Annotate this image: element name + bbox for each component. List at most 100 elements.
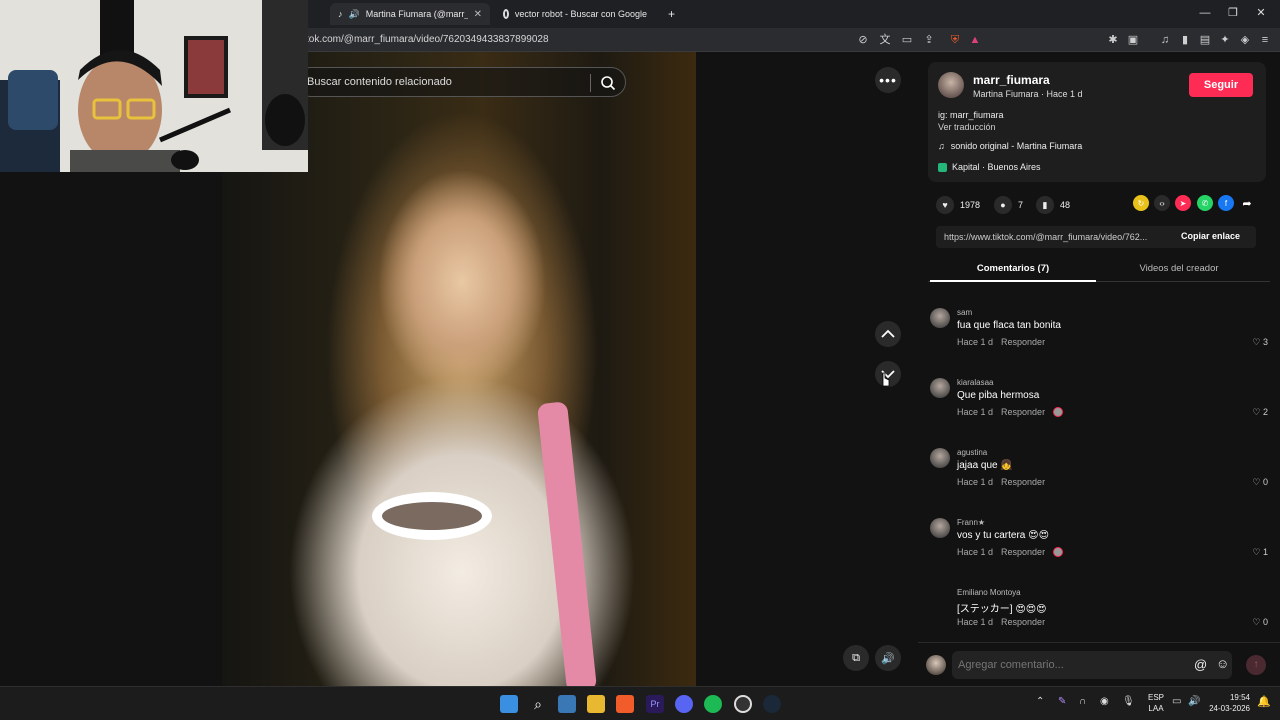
network-icon[interactable]: ▭ bbox=[1172, 696, 1181, 707]
headset-icon[interactable]: ∩ bbox=[1079, 696, 1086, 707]
tab-comments[interactable]: Comentarios (7) bbox=[930, 263, 1096, 274]
search-icon[interactable]: ⌕ bbox=[529, 695, 547, 713]
extensions-icon[interactable]: ✱ bbox=[1106, 33, 1120, 47]
file-explorer-icon[interactable] bbox=[587, 695, 605, 713]
speaker-icon: 🔊 bbox=[881, 652, 895, 665]
search-input[interactable]: Buscar contenido relacionado bbox=[307, 76, 452, 88]
tray-chevron-icon[interactable]: ⌃ bbox=[1036, 696, 1044, 707]
comment-icon: ● bbox=[994, 196, 1012, 214]
send-to-friend-icon[interactable]: ➤ bbox=[1175, 195, 1191, 211]
comment-like[interactable]: ♡ 3 bbox=[1252, 337, 1268, 348]
notifications-icon[interactable]: 🔔 bbox=[1257, 695, 1271, 708]
copy-link-button[interactable]: Copiar enlace bbox=[1181, 231, 1240, 241]
widgets-icon[interactable] bbox=[558, 695, 576, 713]
previous-video-button[interactable] bbox=[875, 321, 901, 347]
reply-button[interactable]: Responder bbox=[1001, 547, 1045, 557]
wallet-icon[interactable]: ▤ bbox=[1198, 33, 1212, 47]
mouse-cursor-icon bbox=[881, 372, 891, 388]
comment-input[interactable] bbox=[952, 651, 1232, 679]
discord-icon[interactable] bbox=[675, 695, 693, 713]
like-stat[interactable]: ♥ 1978 bbox=[936, 196, 980, 214]
creator-avatar[interactable] bbox=[938, 72, 964, 98]
comment-item: agustina jajaa que 👧 Hace 1 d Responder … bbox=[928, 446, 1268, 502]
steam-icon[interactable] bbox=[763, 695, 781, 713]
vpn-icon[interactable]: ◈ bbox=[1238, 33, 1252, 47]
reply-button[interactable]: Responder bbox=[1001, 337, 1045, 347]
share-page-icon[interactable]: ⇪ bbox=[922, 33, 936, 47]
commenter-avatar[interactable] bbox=[930, 518, 950, 538]
comment-like[interactable]: ♡ 0 bbox=[1252, 477, 1268, 488]
comment-stat[interactable]: ● 7 bbox=[994, 196, 1023, 214]
commenter-avatar[interactable] bbox=[930, 308, 950, 328]
commenter-name[interactable]: agustina bbox=[957, 448, 987, 457]
embed-icon[interactable]: ‹› bbox=[1154, 195, 1170, 211]
commenter-name[interactable]: Frann★ bbox=[957, 518, 985, 527]
commenter-avatar[interactable] bbox=[930, 378, 950, 398]
close-window-icon[interactable]: ✕ bbox=[1254, 6, 1268, 20]
reply-button[interactable]: Responder bbox=[1001, 407, 1045, 417]
webcam-feed bbox=[0, 0, 308, 172]
related-search-box[interactable]: Buscar contenido relacionado bbox=[296, 67, 626, 97]
brave-shield-icon[interactable]: ⛨ bbox=[948, 33, 962, 47]
tray-steam-icon[interactable]: ◉ bbox=[1100, 696, 1109, 707]
comment-like[interactable]: ♡ 1 bbox=[1252, 547, 1268, 558]
menu-icon[interactable]: ≡ bbox=[1258, 33, 1272, 47]
translate-icon[interactable]: 文 bbox=[878, 33, 892, 47]
tab-creator-videos[interactable]: Videos del creador bbox=[1096, 263, 1262, 274]
volume-tray-icon[interactable]: 🔊 bbox=[1188, 696, 1200, 707]
new-tab-button[interactable]: + bbox=[660, 3, 680, 25]
obs-icon[interactable] bbox=[734, 695, 752, 713]
heart-outline-icon: ♡ bbox=[1252, 477, 1261, 487]
sidebar-icon[interactable]: ▮ bbox=[1178, 33, 1192, 47]
leo-icon[interactable]: ✦ bbox=[1218, 33, 1232, 47]
heart-icon: ♥ bbox=[936, 196, 954, 214]
comment-text: Que piba hermosa bbox=[957, 390, 1040, 401]
commenter-name[interactable]: Emiliano Montoya bbox=[957, 588, 1021, 597]
microphone-icon[interactable]: 🎙 bbox=[1122, 696, 1135, 707]
share-link-url[interactable]: https://www.tiktok.com/@marr_fiumara/vid… bbox=[944, 232, 1147, 242]
location-tag[interactable]: Kapital · Buenos Aires bbox=[938, 160, 1041, 174]
repost-icon[interactable]: ↻ bbox=[1133, 195, 1149, 211]
creator-username[interactable]: marr_fiumara bbox=[973, 73, 1050, 87]
facebook-icon[interactable]: f bbox=[1218, 195, 1234, 211]
commenter-name[interactable]: kiaralasaa bbox=[957, 378, 993, 387]
close-tab-icon[interactable]: ✕ bbox=[474, 9, 482, 20]
sound-link[interactable]: ♫ sonido original - Martina Fiumara bbox=[938, 141, 1082, 151]
more-options-button[interactable]: ••• bbox=[875, 67, 901, 93]
spotify-icon[interactable] bbox=[704, 695, 722, 713]
emoji-icon[interactable]: ☺ bbox=[1216, 656, 1229, 671]
tray-pen-icon[interactable]: ✎ bbox=[1058, 696, 1066, 707]
url-text[interactable]: tok.com/@marr_fiumara/video/762034943383… bbox=[306, 34, 549, 45]
brave-browser-icon[interactable] bbox=[616, 695, 634, 713]
save-stat[interactable]: ▮ 48 bbox=[1036, 196, 1070, 214]
premiere-icon[interactable]: Pr bbox=[646, 695, 664, 713]
comment-like[interactable]: ♡ 0 bbox=[1252, 617, 1268, 628]
tab-google[interactable]: vector robot - Buscar con Google bbox=[495, 3, 655, 25]
screenshot-icon[interactable]: ▣ bbox=[1126, 33, 1140, 47]
comment-like[interactable]: ♡ 2 bbox=[1252, 407, 1268, 418]
mute-icon[interactable]: ⊘ bbox=[856, 33, 870, 47]
commenter-avatar[interactable] bbox=[930, 448, 950, 468]
send-comment-button[interactable]: ↑ bbox=[1246, 655, 1266, 675]
minimize-icon[interactable]: — bbox=[1198, 6, 1212, 20]
share-arrow-icon[interactable]: ➦ bbox=[1239, 195, 1255, 211]
picture-in-picture-button[interactable]: ⧉ bbox=[843, 645, 869, 671]
mention-icon[interactable]: @ bbox=[1194, 657, 1207, 672]
restore-icon[interactable]: ❐ bbox=[1226, 6, 1240, 20]
tab-tiktok[interactable]: ♪ 🔊 Martina Fiumara (@marr_fiun ✕ bbox=[330, 3, 490, 25]
search-icon[interactable] bbox=[600, 75, 616, 91]
reply-button[interactable]: Responder bbox=[1001, 617, 1045, 627]
start-icon[interactable] bbox=[500, 695, 518, 713]
music-icon[interactable]: ♫ bbox=[1158, 33, 1172, 47]
reply-button[interactable]: Responder bbox=[1001, 477, 1045, 487]
comment-like-count: 3 bbox=[1262, 337, 1268, 347]
whatsapp-icon[interactable]: ✆ bbox=[1197, 195, 1213, 211]
rewards-icon[interactable]: ▲ bbox=[968, 33, 982, 47]
volume-button[interactable]: 🔊 bbox=[875, 645, 901, 671]
follow-button[interactable]: Seguir bbox=[1189, 73, 1253, 97]
language-indicator[interactable]: ESP LAA bbox=[1148, 692, 1164, 714]
cast-icon[interactable]: ▭ bbox=[900, 33, 914, 47]
translate-link[interactable]: Ver traducción bbox=[938, 122, 996, 132]
commenter-name[interactable]: sam bbox=[957, 308, 972, 317]
clock[interactable]: 19:54 24-03-2026 bbox=[1209, 692, 1250, 714]
